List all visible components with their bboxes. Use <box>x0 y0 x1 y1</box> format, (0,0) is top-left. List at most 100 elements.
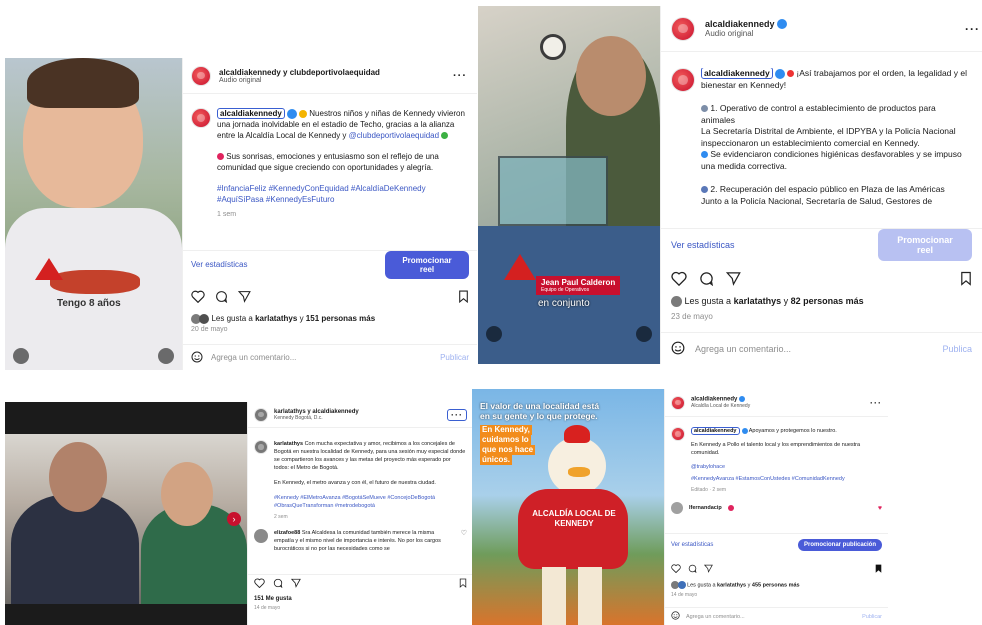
comment-input[interactable]: Agrega un comentario... <box>695 344 932 354</box>
likes-user[interactable]: karlatathys <box>734 296 782 306</box>
header-username[interactable]: alcaldiakennedy <box>691 396 750 403</box>
profile-avatar[interactable] <box>671 395 685 410</box>
user-tag-icon[interactable] <box>486 326 502 342</box>
promote-post-button[interactable]: Promocionar publicación <box>797 538 882 551</box>
user-tag-icon[interactable] <box>13 348 29 364</box>
mute-icon[interactable] <box>158 348 174 364</box>
view-insights-link[interactable]: Ver estadísticas <box>671 240 735 250</box>
post-1-actions <box>183 286 477 306</box>
share-icon[interactable] <box>704 564 713 573</box>
next-arrow-icon[interactable]: › <box>227 512 241 526</box>
comment-input[interactable]: Agrega un comentario... <box>686 614 856 620</box>
save-icon[interactable] <box>459 578 467 588</box>
more-options-icon[interactable]: ··· <box>447 408 467 421</box>
verified-icon <box>776 19 787 30</box>
save-icon[interactable] <box>458 290 469 303</box>
more-options-icon[interactable]: ··· <box>453 70 467 82</box>
header-location[interactable]: Kennedy Bogotá, D.c. <box>274 415 359 421</box>
header-username[interactable]: alcaldiakennedy <box>705 19 787 30</box>
save-icon[interactable] <box>875 564 882 573</box>
header-audio[interactable]: Audio original <box>705 29 787 38</box>
publish-button[interactable]: Publicar <box>440 353 469 362</box>
caption-username[interactable]: alcaldiakennedy <box>217 108 285 119</box>
comment-icon[interactable] <box>688 564 697 573</box>
commenter-username[interactable]: lfernandacip <box>689 505 722 511</box>
save-icon[interactable] <box>960 271 972 286</box>
commenter-avatar[interactable] <box>254 529 268 543</box>
post-2-caption: alcaldiakennedy ¡Así trabajamos por el o… <box>661 68 982 218</box>
likes-user[interactable]: karlatathys <box>255 314 297 323</box>
red-arrow-graphic <box>35 258 63 280</box>
caption-avatar[interactable] <box>671 68 695 92</box>
post-1-media[interactable]: Tengo 8 años <box>5 58 182 370</box>
post-3-side-panel: karlatathys y alcaldiakennedy Kennedy Bo… <box>247 402 473 625</box>
comment-icon[interactable] <box>273 578 283 588</box>
likes-count[interactable]: 455 personas más <box>752 582 800 588</box>
caption-paragraph-2: En Kennedy a Pollo el talento local y lo… <box>691 442 861 456</box>
comment-text: Sra Alcaldesa la comunidad también merec… <box>274 530 441 552</box>
caption-text: Apoyamos y protegemos lo nuestro. <box>748 428 837 434</box>
comment-icon[interactable] <box>215 290 228 303</box>
caption-hashtags[interactable]: #Kennedy #ElMetroAvanza #BogotáSeMueve #… <box>274 494 467 510</box>
header-audio[interactable]: Audio original <box>219 77 380 84</box>
likes-count[interactable]: 151 Me gusta <box>254 596 292 602</box>
view-insights-link[interactable]: Ver estadísticas <box>191 260 247 269</box>
post-2-comment-bar: Agrega un comentario... Publica <box>661 332 982 364</box>
caption-username[interactable]: karlatathys <box>274 441 303 447</box>
header-subtitle[interactable]: Alcaldía Local de Kennedy <box>691 403 750 409</box>
share-icon[interactable] <box>291 578 301 588</box>
emoji-picker-icon[interactable] <box>671 341 685 357</box>
caption-hashtags[interactable]: #KennedyAvanza #EstamosConUstedes #Comun… <box>691 475 882 483</box>
comment-like-icon[interactable]: ♥ <box>878 505 882 512</box>
more-options-icon[interactable]: ··· <box>965 22 980 36</box>
mute-icon[interactable] <box>636 326 652 342</box>
caption-avatar[interactable] <box>254 440 268 454</box>
caption-username[interactable]: alcaldiakennedy <box>691 427 740 435</box>
like-icon[interactable] <box>254 577 265 588</box>
caption-row: alcaldiakennedy ¡Así trabajamos por el o… <box>671 68 972 207</box>
post-3-header-text: karlatathys y alcaldiakennedy Kennedy Bo… <box>274 409 359 421</box>
caption-mention[interactable]: @clubdeportivolaequidad <box>349 131 439 140</box>
comment-icon[interactable] <box>699 271 714 286</box>
post-3-media[interactable]: › <box>5 402 247 625</box>
like-icon[interactable] <box>671 271 687 286</box>
post-4-likes: Les gusta a karlatathys y 455 personas m… <box>665 581 888 589</box>
media-tagline: En Kennedy, cuidamos lo que nos hace úni… <box>480 425 536 465</box>
emoji-picker-icon[interactable] <box>191 351 203 365</box>
commenter-avatar[interactable] <box>671 502 683 514</box>
profile-avatar[interactable] <box>254 407 268 422</box>
promote-reel-button[interactable]: Promocionar reel <box>385 250 469 279</box>
publish-button[interactable]: Publicar <box>862 614 882 620</box>
header-username[interactable]: alcaldiakennedy y clubdeportivolaequidad <box>219 68 380 77</box>
more-options-icon[interactable]: ··· <box>870 398 882 408</box>
caption-hashtags[interactable]: #InfanciaFeliz #KennedyConEquidad #Alcal… <box>217 183 469 205</box>
view-insights-link[interactable]: Ver estadísticas <box>671 542 713 548</box>
likes-user[interactable]: karlatathys <box>717 582 746 588</box>
promote-reel-button[interactable]: Promocionar reel <box>878 228 972 261</box>
post-4-media[interactable]: El valor de una localidad está en su gen… <box>472 389 664 625</box>
profile-avatar[interactable] <box>671 16 695 41</box>
post-1-stats-bar: Ver estadísticas Promocionar reel <box>183 250 477 279</box>
publish-button[interactable]: Publica <box>942 344 972 354</box>
caption-username[interactable]: alcaldiakennedy <box>701 68 773 79</box>
post-2-media[interactable]: Jean Paul Calderon Equipo de Operativos … <box>478 6 660 364</box>
caption-avatar[interactable] <box>671 427 685 441</box>
likes-count[interactable]: 151 personas más <box>306 314 375 323</box>
share-icon[interactable] <box>726 271 741 286</box>
verified-icon <box>741 427 748 434</box>
likes-count[interactable]: 82 personas más <box>791 296 864 306</box>
post-3-header: karlatathys y alcaldiakennedy Kennedy Bo… <box>248 402 473 428</box>
comment-input[interactable]: Agrega un comentario... <box>211 353 432 362</box>
share-icon[interactable] <box>238 290 251 303</box>
caption-mention[interactable]: @trabylohace <box>691 463 882 471</box>
post-1-likes: Les gusta a karlatathys y 151 personas m… <box>183 314 477 324</box>
comment-like-icon[interactable]: ♡ <box>461 529 467 553</box>
profile-avatar[interactable] <box>191 65 211 86</box>
header-username[interactable]: karlatathys y alcaldiakennedy <box>274 409 359 415</box>
emoji-picker-icon[interactable] <box>671 611 680 622</box>
commenter-username[interactable]: elizafoe88 <box>274 530 300 536</box>
like-icon[interactable] <box>671 563 681 573</box>
post-4: El valor de una localidad está en su gen… <box>472 389 888 625</box>
caption-avatar[interactable] <box>191 108 211 128</box>
like-icon[interactable] <box>191 290 205 303</box>
